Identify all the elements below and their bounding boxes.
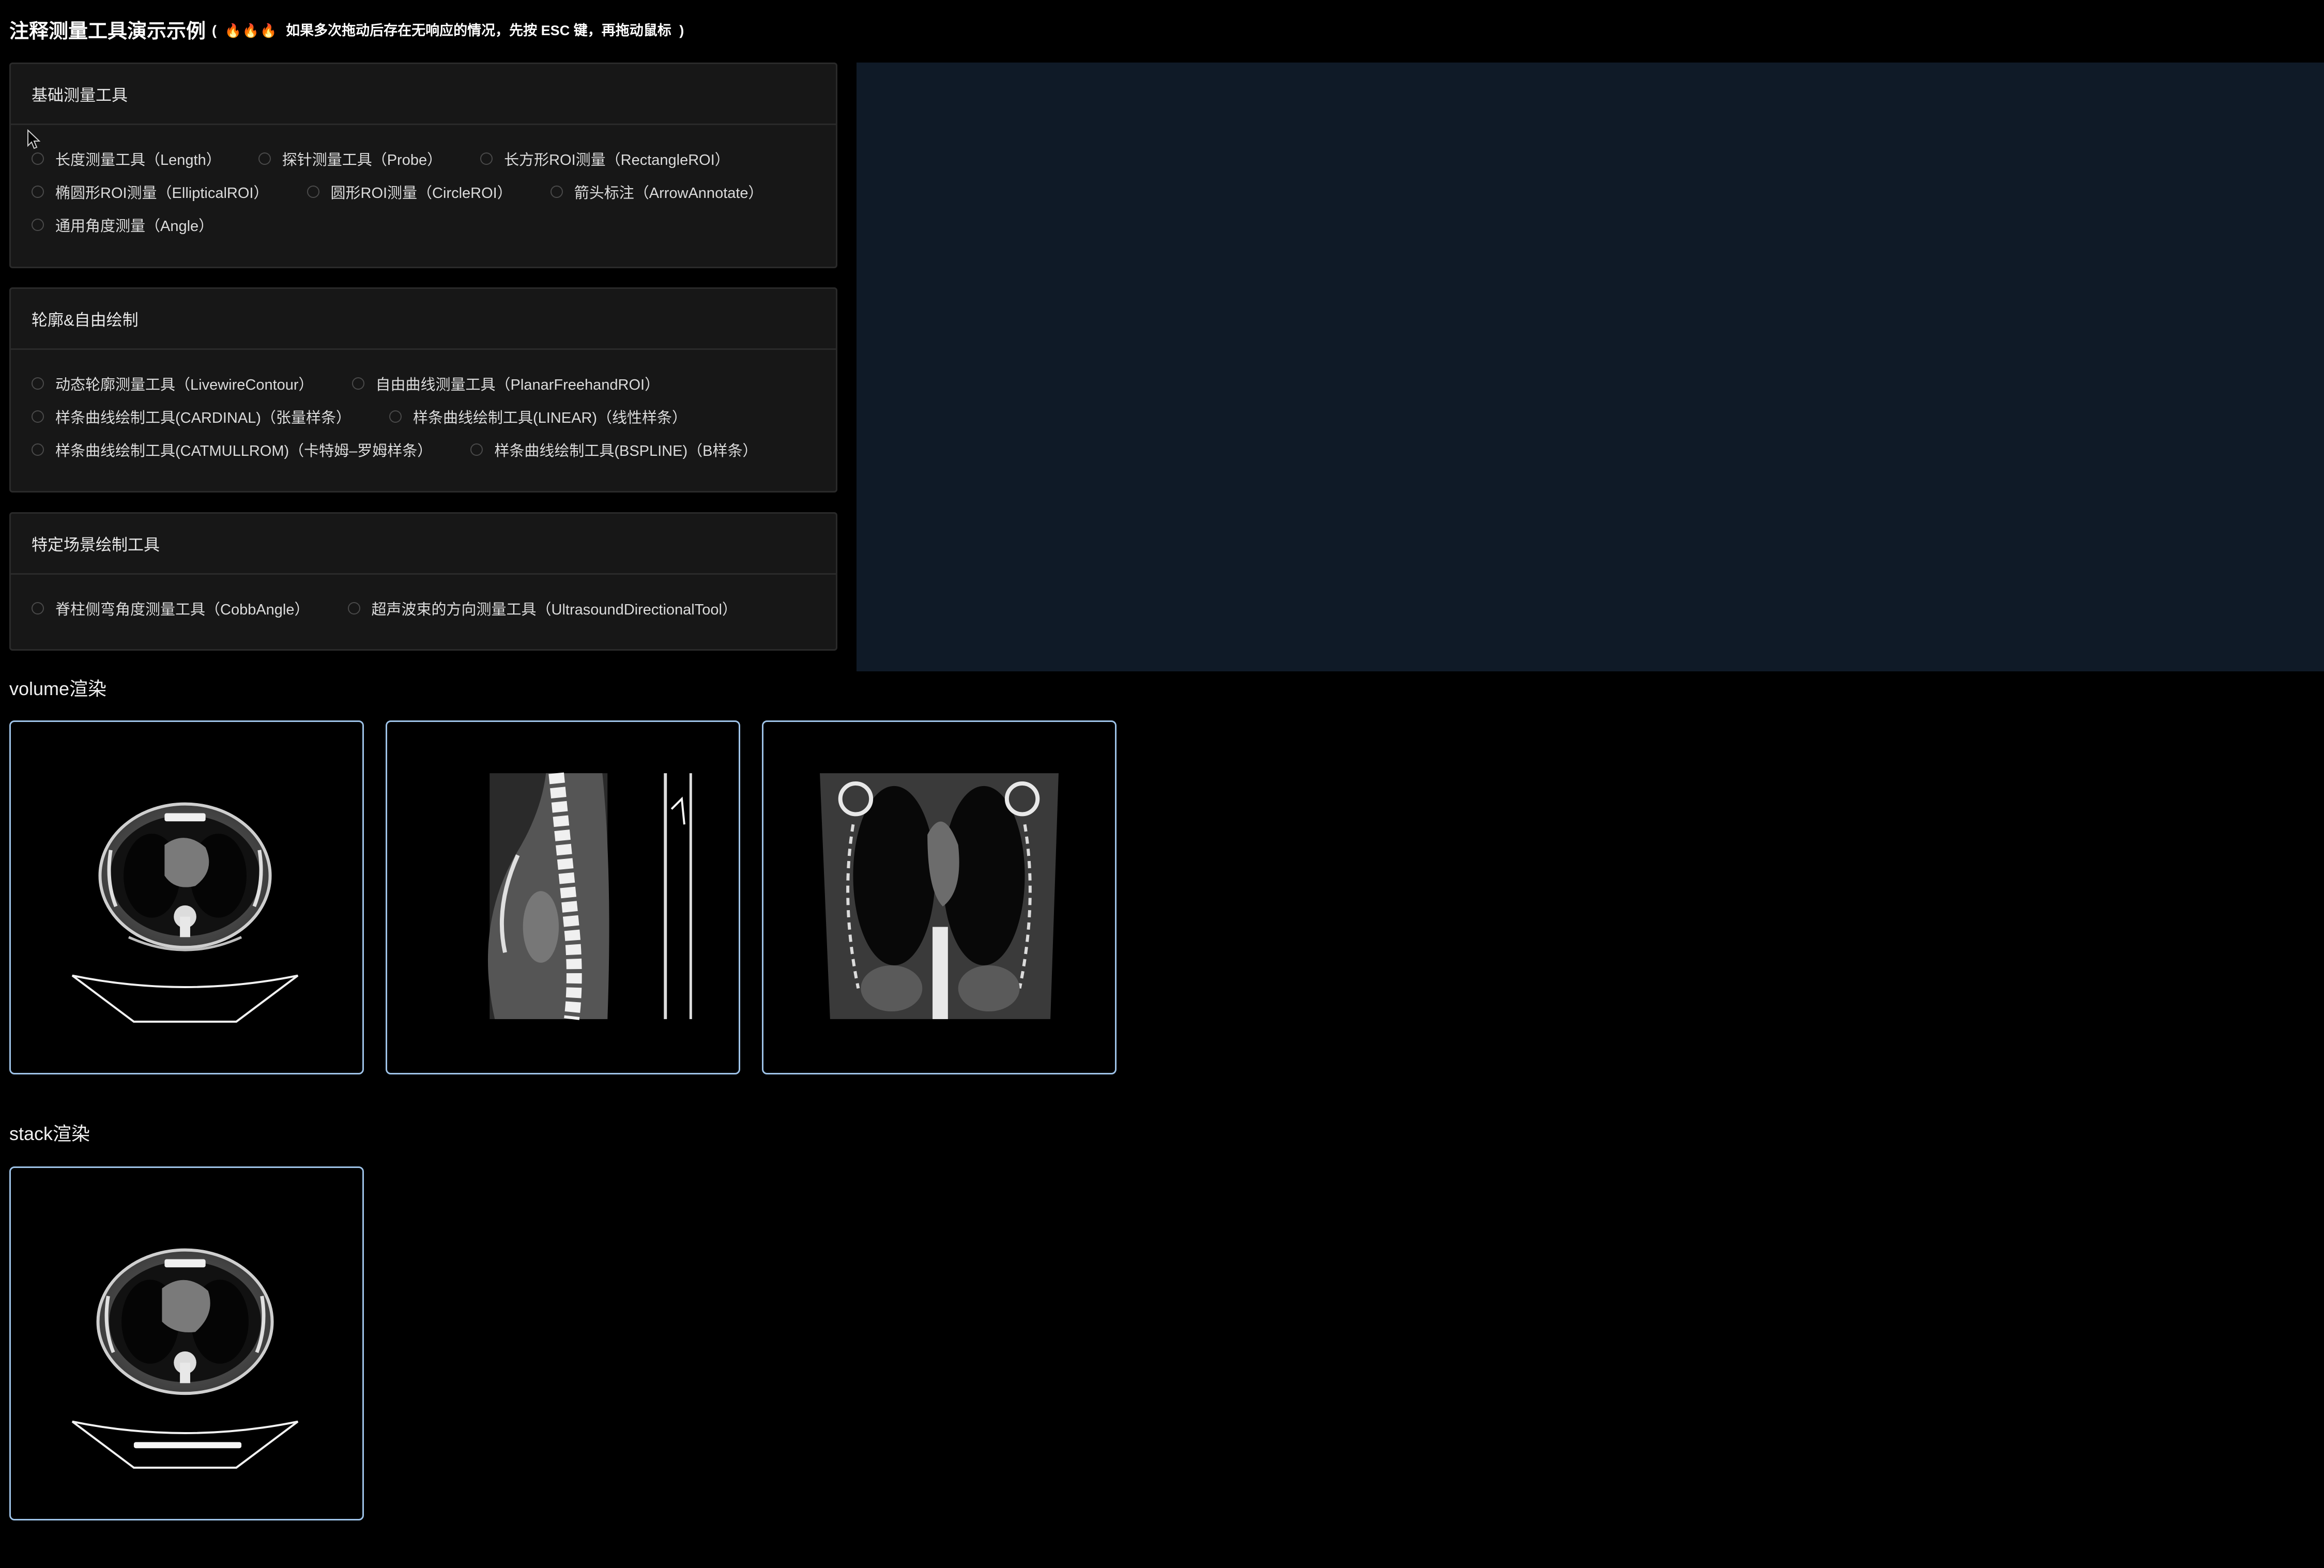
option-cobb-angle[interactable]: 脊柱侧弯角度测量工具（CobbAngle） — [32, 597, 310, 619]
option-label: 箭头标注（ArrowAnnotate） — [574, 185, 763, 202]
note-close-paren: ) — [679, 22, 684, 38]
volume-viewport-axial[interactable] — [9, 720, 364, 1074]
radio-unchecked-icon[interactable] — [480, 152, 493, 165]
option-label: 样条曲线绘制工具(CATMULLROM)（卡特姆–罗姆样条） — [55, 443, 433, 459]
mouse-pointer-icon — [27, 129, 40, 149]
page-note: ( 🔥🔥🔥 如果多次拖动后存在无响应的情况，先按 ESC 键，再拖动鼠标 ) — [212, 19, 684, 39]
radio-unchecked-icon[interactable] — [32, 186, 44, 198]
note-open-paren: ( — [212, 22, 217, 38]
volume-viewport-sagittal[interactable] — [386, 720, 740, 1074]
panel-special-tools-title: 特定场景绘制工具 — [11, 514, 836, 575]
radio-unchecked-icon[interactable] — [32, 377, 44, 390]
option-label: 椭圆形ROI测量（EllipticalROI） — [55, 185, 269, 202]
radio-unchecked-icon[interactable] — [32, 602, 44, 614]
radio-unchecked-icon[interactable] — [32, 410, 44, 423]
option-label: 样条曲线绘制工具(BSPLINE)（B样条） — [494, 443, 758, 459]
option-spline-cardinal[interactable]: 样条曲线绘制工具(CARDINAL)（张量样条） — [32, 406, 351, 427]
stack-section-title: stack渲染 — [9, 1123, 90, 1144]
option-row: 样条曲线绘制工具(CARDINAL)（张量样条） 样条曲线绘制工具(LINEAR… — [32, 406, 727, 427]
ct-axial-image — [71, 802, 299, 1023]
radio-unchecked-icon[interactable] — [351, 377, 364, 390]
option-label: 动态轮廓测量工具（LivewireContour） — [55, 377, 314, 393]
radio-unchecked-icon[interactable] — [550, 186, 563, 198]
page-title-text: 注释测量工具演示示例 — [9, 20, 206, 42]
option-angle[interactable]: 通用角度测量（Angle） — [32, 214, 213, 236]
option-ultrasound-directional[interactable]: 超声波束的方向测量工具（UltrasoundDirectionalTool） — [347, 597, 737, 619]
radio-unchecked-icon[interactable] — [258, 152, 271, 165]
option-probe[interactable]: 探针测量工具（Probe） — [258, 148, 442, 170]
option-spline-bspline[interactable]: 样条曲线绘制工具(BSPLINE)（B样条） — [470, 439, 757, 460]
option-label: 自由曲线测量工具（PlanarFreehandROI） — [375, 377, 660, 393]
option-spline-linear[interactable]: 样条曲线绘制工具(LINEAR)（线性样条） — [389, 406, 687, 427]
flame-icon: 🔥🔥🔥 — [224, 22, 278, 38]
volume-section-title: volume渲染 — [9, 678, 107, 699]
option-row: 样条曲线绘制工具(CATMULLROM)（卡特姆–罗姆样条） 样条曲线绘制工具(… — [32, 439, 798, 460]
option-rectangle-roi[interactable]: 长方形ROI测量（RectangleROI） — [480, 148, 730, 170]
panel-contour-tools: 轮廓&自由绘制 动态轮廓测量工具（LivewireContour） 自由曲线测量… — [9, 287, 837, 493]
option-label: 超声波束的方向测量工具（UltrasoundDirectionalTool） — [371, 602, 737, 618]
panel-basic-tools: 基础测量工具 长度测量工具（Length） 探针测量工具（Probe） 长方形R… — [9, 63, 837, 268]
option-label: 圆形ROI测量（CircleROI） — [330, 185, 512, 202]
option-planar-freehand-roi[interactable]: 自由曲线测量工具（PlanarFreehandROI） — [351, 373, 660, 394]
main-viewport[interactable] — [857, 63, 2324, 671]
ct-sagittal-image — [487, 772, 692, 1020]
option-row: 椭圆形ROI测量（EllipticalROI） 圆形ROI测量（CircleRO… — [32, 181, 804, 203]
option-label: 探针测量工具（Probe） — [282, 152, 442, 168]
option-row: 通用角度测量（Angle） — [32, 214, 254, 236]
panel-basic-tools-title: 基础测量工具 — [11, 64, 836, 125]
note-text: 如果多次拖动后存在无响应的情况，先按 ESC 键，再拖动鼠标 — [286, 22, 671, 38]
option-livewire-contour[interactable]: 动态轮廓测量工具（LivewireContour） — [32, 373, 314, 394]
radio-unchecked-icon[interactable] — [32, 219, 44, 231]
panel-special-tools: 特定场景绘制工具 脊柱侧弯角度测量工具（CobbAngle） 超声波束的方向测量… — [9, 512, 837, 651]
ct-stack-image — [71, 1248, 299, 1469]
page-title: 注释测量工具演示示例 ( 🔥🔥🔥 如果多次拖动后存在无响应的情况，先按 ESC … — [9, 14, 684, 43]
option-circle-roi[interactable]: 圆形ROI测量（CircleROI） — [307, 181, 512, 203]
radio-unchecked-icon[interactable] — [32, 443, 44, 456]
radio-unchecked-icon[interactable] — [347, 602, 360, 614]
stack-viewport[interactable] — [9, 1166, 364, 1520]
option-row: 脊柱侧弯角度测量工具（CobbAngle） 超声波束的方向测量工具（Ultras… — [32, 597, 777, 619]
option-row: 长度测量工具（Length） 探针测量工具（Probe） 长方形ROI测量（Re… — [32, 148, 770, 170]
radio-unchecked-icon[interactable] — [32, 152, 44, 165]
option-label: 样条曲线绘制工具(CARDINAL)（张量样条） — [55, 410, 351, 426]
option-length[interactable]: 长度测量工具（Length） — [32, 148, 221, 170]
option-arrow-annotate[interactable]: 箭头标注（ArrowAnnotate） — [550, 181, 763, 203]
radio-unchecked-icon[interactable] — [307, 186, 319, 198]
option-label: 长方形ROI测量（RectangleROI） — [504, 152, 730, 168]
radio-unchecked-icon[interactable] — [470, 443, 483, 456]
option-row: 动态轮廓测量工具（LivewireContour） 自由曲线测量工具（Plana… — [32, 373, 700, 394]
option-label: 通用角度测量（Angle） — [55, 218, 214, 235]
option-elliptical-roi[interactable]: 椭圆形ROI测量（EllipticalROI） — [32, 181, 269, 203]
ct-coronal-image — [820, 773, 1059, 1019]
volume-viewport-coronal[interactable] — [762, 720, 1117, 1074]
option-label: 脊柱侧弯角度测量工具（CobbAngle） — [55, 602, 310, 618]
panel-contour-tools-title: 轮廓&自由绘制 — [11, 289, 836, 350]
option-spline-catmullrom[interactable]: 样条曲线绘制工具(CATMULLROM)（卡特姆–罗姆样条） — [32, 439, 432, 460]
option-label: 样条曲线绘制工具(LINEAR)（线性样条） — [412, 410, 687, 426]
radio-unchecked-icon[interactable] — [389, 410, 402, 423]
option-label: 长度测量工具（Length） — [55, 152, 221, 168]
